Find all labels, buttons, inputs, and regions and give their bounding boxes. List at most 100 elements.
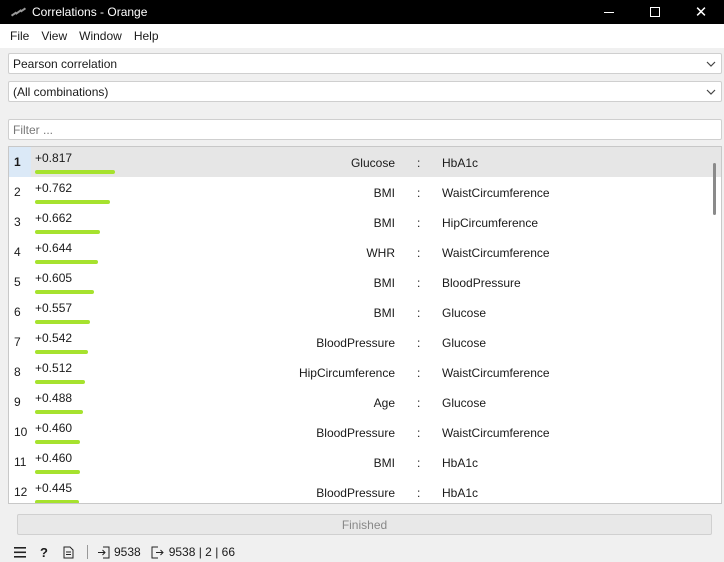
pair-separator: : bbox=[417, 306, 421, 320]
feature-a: HipCircumference bbox=[298, 366, 395, 380]
correlation-value: +0.460 bbox=[35, 421, 73, 435]
pair-separator: : bbox=[417, 276, 421, 290]
pair-separator: : bbox=[417, 186, 421, 200]
feature-a: BMI bbox=[373, 306, 395, 320]
row-number: 12 bbox=[9, 477, 31, 503]
correlation-bar bbox=[35, 350, 88, 354]
row-number: 5 bbox=[9, 267, 31, 297]
row-number: 2 bbox=[9, 177, 31, 207]
feature-a: BloodPressure bbox=[316, 426, 395, 440]
menu-help[interactable]: Help bbox=[128, 29, 165, 43]
correlation-bar bbox=[35, 320, 90, 324]
footer-divider bbox=[87, 545, 88, 559]
feature-b: WaistCircumference bbox=[442, 366, 550, 380]
correlation-row[interactable]: 1 +0.817 Glucose: HbA1c bbox=[9, 147, 721, 177]
correlation-value: +0.605 bbox=[35, 271, 73, 285]
vertical-scrollbar[interactable] bbox=[713, 163, 716, 215]
row-number: 4 bbox=[9, 237, 31, 267]
correlation-type-select[interactable]: Pearson correlation bbox=[8, 53, 722, 74]
correlation-row[interactable]: 4 +0.644 WHR: WaistCircumference bbox=[9, 237, 721, 267]
feature-a: BMI bbox=[373, 216, 395, 230]
pair-separator: : bbox=[417, 486, 421, 500]
pair-separator: : bbox=[417, 426, 421, 440]
output-data-icon bbox=[151, 545, 165, 559]
row-number: 3 bbox=[9, 207, 31, 237]
correlation-row[interactable]: 8 +0.512 HipCircumference: WaistCircumferen… bbox=[9, 357, 721, 387]
correlation-value: +0.512 bbox=[35, 361, 73, 375]
correlation-row[interactable]: 3 +0.662 BMI: HipCircumference bbox=[9, 207, 721, 237]
feature-b: HbA1c bbox=[442, 486, 479, 500]
feature-b: Glucose bbox=[442, 336, 487, 350]
feature-b: BloodPressure bbox=[442, 276, 521, 290]
menu-view[interactable]: View bbox=[35, 29, 73, 43]
output-summary: 9538 | 2 | 66 bbox=[168, 545, 235, 559]
correlation-value: +0.762 bbox=[35, 181, 73, 195]
menu-bar: File View Window Help bbox=[0, 24, 724, 48]
correlation-row[interactable]: 9 +0.488 Age: Glucose bbox=[9, 387, 721, 417]
feature-a: BloodPressure bbox=[316, 336, 395, 350]
correlation-bar bbox=[35, 290, 94, 294]
pair-separator: : bbox=[417, 156, 421, 170]
help-icon[interactable]: ? bbox=[37, 545, 51, 560]
correlation-value: +0.542 bbox=[35, 331, 73, 345]
menu-file[interactable]: File bbox=[4, 29, 35, 43]
feature-a: Age bbox=[373, 396, 395, 410]
row-number: 9 bbox=[9, 387, 31, 417]
pair-separator: : bbox=[417, 336, 421, 350]
correlation-bar bbox=[35, 440, 80, 444]
row-number: 11 bbox=[9, 447, 31, 477]
feature-a: Glucose bbox=[350, 156, 395, 170]
row-number: 1 bbox=[9, 147, 31, 177]
pair-separator: : bbox=[417, 216, 421, 230]
correlation-row[interactable]: 10 +0.460 BloodPressure: WaistCircumference bbox=[9, 417, 721, 447]
feature-b: HipCircumference bbox=[442, 216, 539, 230]
window-title: Correlations - Orange bbox=[32, 5, 148, 19]
correlation-value: +0.662 bbox=[35, 211, 73, 225]
minimize-button[interactable] bbox=[586, 0, 632, 24]
correlation-bar bbox=[35, 500, 79, 503]
correlation-row[interactable]: 6 +0.557 BMI: Glucose bbox=[9, 297, 721, 327]
feature-b: Glucose bbox=[442, 306, 487, 320]
pair-separator: : bbox=[417, 456, 421, 470]
feature-b: Glucose bbox=[442, 396, 487, 410]
filter-input[interactable] bbox=[8, 119, 722, 140]
maximize-button[interactable] bbox=[632, 0, 678, 24]
correlation-row[interactable]: 7 +0.542 BloodPressure: Glucose bbox=[9, 327, 721, 357]
chevron-down-icon bbox=[706, 89, 716, 95]
correlation-row[interactable]: 5 +0.605 BMI: BloodPressure bbox=[9, 267, 721, 297]
row-number: 8 bbox=[9, 357, 31, 387]
footer-bar: ? 9538 9538 | 2 | 66 bbox=[0, 542, 724, 562]
report-document-icon[interactable] bbox=[61, 545, 75, 559]
feature-b: WaistCircumference bbox=[442, 426, 550, 440]
correlation-bar bbox=[35, 380, 85, 384]
correlation-bar bbox=[35, 260, 98, 264]
correlation-row[interactable]: 2 +0.762 BMI: WaistCircumference bbox=[9, 177, 721, 207]
pair-separator: : bbox=[417, 396, 421, 410]
pair-separator: : bbox=[417, 246, 421, 260]
correlation-bar bbox=[35, 410, 83, 414]
close-icon: ✕ bbox=[694, 3, 708, 21]
correlation-value: +0.445 bbox=[35, 481, 73, 495]
pair-separator: : bbox=[417, 366, 421, 380]
feature-a: BMI bbox=[373, 186, 395, 200]
feature-a: BMI bbox=[373, 276, 395, 290]
correlation-bar bbox=[35, 170, 115, 174]
feature-b: WaistCircumference bbox=[442, 246, 550, 260]
feature-b: HbA1c bbox=[442, 156, 479, 170]
correlation-row[interactable]: 12 +0.445 BloodPressure: HbA1c bbox=[9, 477, 721, 503]
input-count: 9538 bbox=[114, 545, 141, 559]
correlation-value: +0.460 bbox=[35, 451, 73, 465]
correlation-bar bbox=[35, 230, 100, 234]
feature-combination-value: (All combinations) bbox=[13, 84, 109, 99]
feature-a: BMI bbox=[373, 456, 395, 470]
chevron-down-icon bbox=[706, 61, 716, 67]
hamburger-menu-icon[interactable] bbox=[13, 545, 27, 559]
title-bar: Correlations - Orange ✕ bbox=[0, 0, 724, 24]
feature-b: WaistCircumference bbox=[442, 186, 550, 200]
feature-combination-select[interactable]: (All combinations) bbox=[8, 81, 722, 102]
menu-window[interactable]: Window bbox=[73, 29, 128, 43]
maximize-icon bbox=[650, 7, 660, 17]
correlation-row[interactable]: 11 +0.460 BMI: HbA1c bbox=[9, 447, 721, 477]
correlation-bar bbox=[35, 200, 110, 204]
close-button[interactable]: ✕ bbox=[678, 0, 724, 24]
